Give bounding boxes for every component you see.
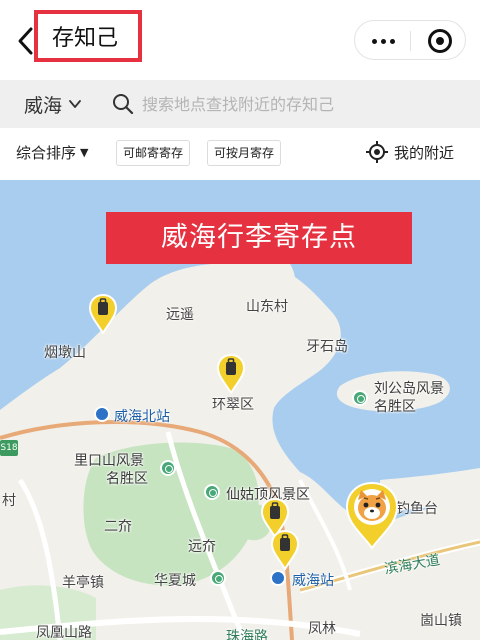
route-shield-badge: S18 xyxy=(0,440,18,456)
map-label-likoushan-2: 名胜区 xyxy=(106,471,148,487)
scenic-poi-icon xyxy=(352,390,368,406)
map-label-yashidao: 牙石岛 xyxy=(306,339,348,355)
map-label-liugongdao-2: 名胜区 xyxy=(374,399,416,415)
navigation-bar: 存知己 xyxy=(0,0,480,80)
city-selector[interactable]: 威海 xyxy=(24,90,82,118)
chevron-down-icon xyxy=(69,100,81,108)
storage-pin-icon[interactable] xyxy=(88,294,118,334)
map-label-yangting: 羊亭镇 xyxy=(62,575,104,591)
more-menu-icon[interactable] xyxy=(369,29,397,53)
search-area: 威海 xyxy=(0,80,480,128)
filter-chip-mail-storage[interactable]: 可邮寄寄存 xyxy=(116,140,191,166)
map-label-yuanyao: 远遥 xyxy=(166,307,194,323)
search-icon xyxy=(113,94,134,115)
scenic-poi-icon xyxy=(160,460,176,476)
map-label-huancui: 环翠区 xyxy=(212,397,254,413)
filter-row: 综合排序 ▼ 可邮寄寄存 可按月寄存 我的附近 xyxy=(0,128,480,180)
page-title: 存知己 xyxy=(52,26,119,51)
map-label-likoushan: 里口山风景 xyxy=(74,453,144,469)
storage-pin-icon[interactable] xyxy=(270,530,300,570)
close-program-icon[interactable] xyxy=(428,29,452,53)
mini-program-capsule xyxy=(354,20,466,60)
map-label-fenglin: 凤林 xyxy=(308,621,336,637)
scenic-poi-icon xyxy=(210,570,226,586)
map-label-yaoshan: 崮山镇 xyxy=(420,613,462,629)
capsule-divider xyxy=(410,31,411,51)
map-label-liugongdao: 刘公岛风景 xyxy=(374,381,444,397)
train-station-icon xyxy=(270,570,286,586)
search-box[interactable] xyxy=(110,88,470,120)
map-view[interactable]: 威海行李寄存点 远遥 山东村 烟墩山 牙石岛 刘公岛风景 名胜区 环翠区 威海北… xyxy=(0,180,480,640)
mascot-location-pin-icon[interactable] xyxy=(344,480,400,550)
map-label-shandongcun: 山东村 xyxy=(246,299,288,315)
nearby-button[interactable]: 我的附近 xyxy=(366,141,454,163)
nearby-label: 我的附近 xyxy=(394,143,455,162)
filter-chip-monthly-storage[interactable]: 可按月寄存 xyxy=(207,140,282,166)
map-label-weihai-north: 威海北站 xyxy=(114,409,170,425)
storage-pin-icon[interactable] xyxy=(216,354,246,394)
map-label-fenghuangshan-road: 凤凰山路 xyxy=(36,625,92,640)
sort-label: 综合排序 xyxy=(16,144,77,162)
search-input[interactable] xyxy=(142,90,462,118)
map-label-diaoyutai: 钓鱼台 xyxy=(396,501,438,517)
locate-crosshair-icon xyxy=(366,141,388,163)
map-label-huaxiacheng: 华夏城 xyxy=(154,573,196,589)
scenic-poi-icon xyxy=(204,484,220,500)
map-label-erqi: 二夼 xyxy=(104,519,132,535)
city-name: 威海 xyxy=(24,94,63,117)
sort-dropdown[interactable]: 综合排序 ▼ xyxy=(16,142,88,163)
map-label-zhuhai-road: 珠海路 xyxy=(226,629,268,640)
map-label-yuanqi: 远夼 xyxy=(188,539,216,555)
promo-banner[interactable]: 威海行李寄存点 xyxy=(106,212,412,264)
train-station-icon xyxy=(94,406,110,422)
map-label-yantunshan: 烟墩山 xyxy=(44,345,86,361)
sort-caret-icon: ▼ xyxy=(80,146,89,159)
map-label-cun: 村 xyxy=(2,493,16,509)
map-label-weihai-station: 威海站 xyxy=(292,573,334,589)
